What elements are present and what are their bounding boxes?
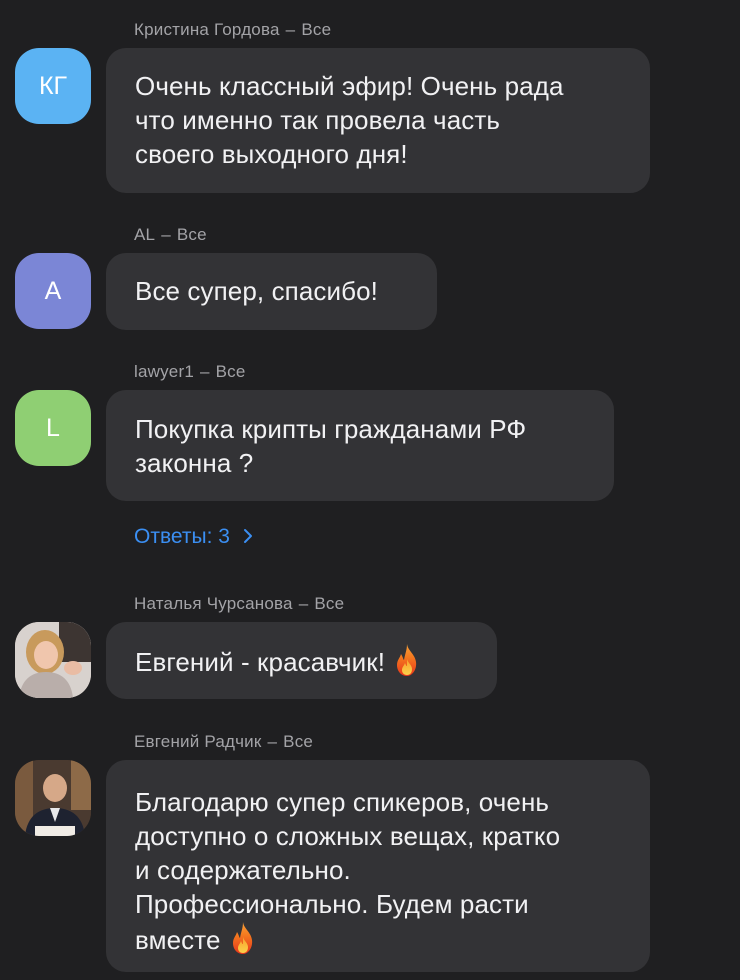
- message-text-line: Профессионально. Будем расти: [135, 889, 529, 919]
- author-name: Кристина Гордова: [134, 20, 280, 39]
- message-text-line: что именно так провела часть: [135, 105, 501, 135]
- user-photo-icon: [15, 622, 91, 698]
- message-bubble[interactable]: Покупка крипты гражданами РФ законна ?: [106, 390, 614, 501]
- chat-screen: Кристина Гордова – Все КГ Очень классный э…: [0, 0, 740, 980]
- message-meta: Наталья Чурсанова – Все: [134, 594, 344, 614]
- author-name: Евгений Радчик: [134, 732, 262, 751]
- meta-separator: –: [285, 20, 296, 39]
- message-meta: AL – Все: [134, 225, 207, 245]
- meta-separator: –: [267, 732, 278, 751]
- message-text-line: и содержательно.: [135, 855, 351, 885]
- message-bubble[interactable]: Евгений - красавчик!: [106, 622, 497, 699]
- avatar-initials: L: [46, 413, 60, 442]
- message-text-line: своего выходного дня!: [135, 139, 408, 169]
- meta-separator: –: [298, 594, 309, 613]
- meta-separator: –: [199, 362, 210, 381]
- message-text-line: законна ?: [135, 448, 254, 478]
- message-bubble[interactable]: Очень классный эфир! Очень рада что имен…: [106, 48, 650, 193]
- audience-label: Все: [301, 20, 332, 39]
- message-bubble[interactable]: Благодарю супер спикеров, очень доступно…: [106, 760, 650, 972]
- avatar[interactable]: L: [15, 390, 91, 466]
- message-text-line: Благодарю супер спикеров, очень: [135, 787, 550, 817]
- fire-emoji-icon: [229, 921, 257, 955]
- message-text-line: Покупка крипты гражданами РФ: [135, 414, 527, 444]
- author-name: Наталья Чурсанова: [134, 594, 293, 613]
- replies-link[interactable]: Ответы: 3: [134, 524, 254, 550]
- message-meta: Кристина Гордова – Все: [134, 20, 331, 40]
- message-text-line: доступно о сложных вещах, кратко: [135, 821, 561, 851]
- audience-label: Все: [283, 732, 314, 751]
- avatar[interactable]: КГ: [15, 48, 91, 124]
- audience-label: Все: [215, 362, 246, 381]
- message-text-line: Очень классный эфир! Очень рада: [135, 71, 564, 101]
- message-text: Евгений - красавчик!: [135, 647, 386, 677]
- replies-label: Ответы: 3: [134, 525, 230, 548]
- fire-emoji-icon: [393, 643, 421, 677]
- message-meta: Евгений Радчик – Все: [134, 732, 313, 752]
- author-name: AL: [134, 225, 156, 244]
- avatar[interactable]: [15, 622, 91, 698]
- user-photo-icon: [15, 760, 91, 836]
- audience-label: Все: [314, 594, 345, 613]
- meta-separator: –: [161, 225, 171, 244]
- audience-label: Все: [176, 225, 207, 244]
- message-text-line: вместе: [135, 921, 622, 957]
- author-name: lawyer1: [134, 362, 194, 381]
- avatar[interactable]: A: [15, 253, 91, 329]
- message-text: вместе: [135, 925, 221, 955]
- message-text-line: Все супер, спасибо!: [135, 276, 379, 306]
- message-text-line: Евгений - красавчик!: [135, 643, 469, 679]
- avatar-initials: КГ: [38, 71, 68, 100]
- message-bubble[interactable]: Все супер, спасибо!: [106, 253, 437, 330]
- avatar-initials: A: [44, 276, 62, 305]
- message-meta: lawyer1– Все: [134, 362, 246, 382]
- avatar[interactable]: [15, 760, 91, 836]
- chevron-right-icon: [243, 529, 252, 543]
